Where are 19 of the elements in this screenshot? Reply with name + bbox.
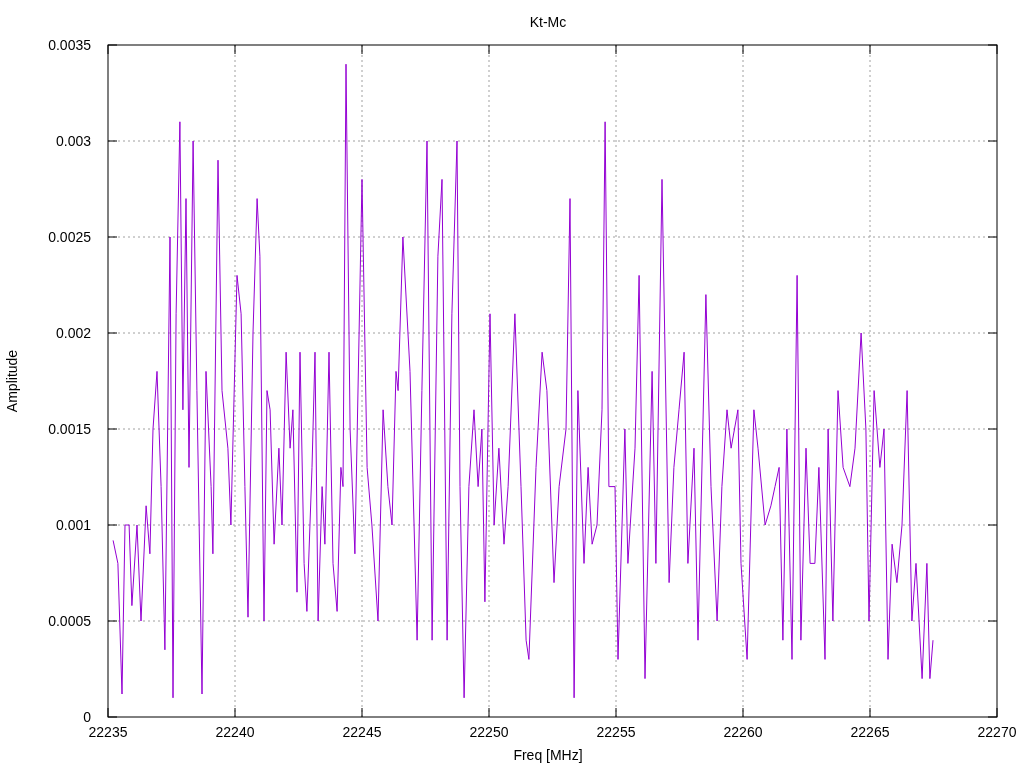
- y-tick-label: 0.0025: [48, 229, 91, 245]
- y-tick-label: 0.001: [55, 517, 91, 533]
- x-tick-label: 22235: [88, 724, 128, 740]
- x-tick-label: 22245: [342, 724, 382, 740]
- x-tick-label: 22265: [850, 724, 890, 740]
- x-tick-label: 22255: [596, 724, 636, 740]
- x-tick-label: 22260: [723, 724, 763, 740]
- x-tick-label: 22250: [469, 724, 509, 740]
- x-axis-label: Freq [MHz]: [513, 747, 583, 763]
- y-axis-label: Amplitude: [4, 349, 20, 413]
- x-tick-label: 22270: [977, 724, 1017, 740]
- y-tick-label: 0.0005: [48, 613, 91, 629]
- y-tick-label: 0.002: [55, 325, 91, 341]
- chart-title: Kt-Mc: [529, 14, 567, 30]
- y-tick-label: 0.0035: [48, 37, 91, 53]
- y-tick-label: 0.003: [55, 133, 91, 149]
- x-tick-label: 22240: [215, 724, 255, 740]
- y-tick-label: 0: [83, 709, 91, 725]
- y-tick-label: 0.0015: [48, 421, 91, 437]
